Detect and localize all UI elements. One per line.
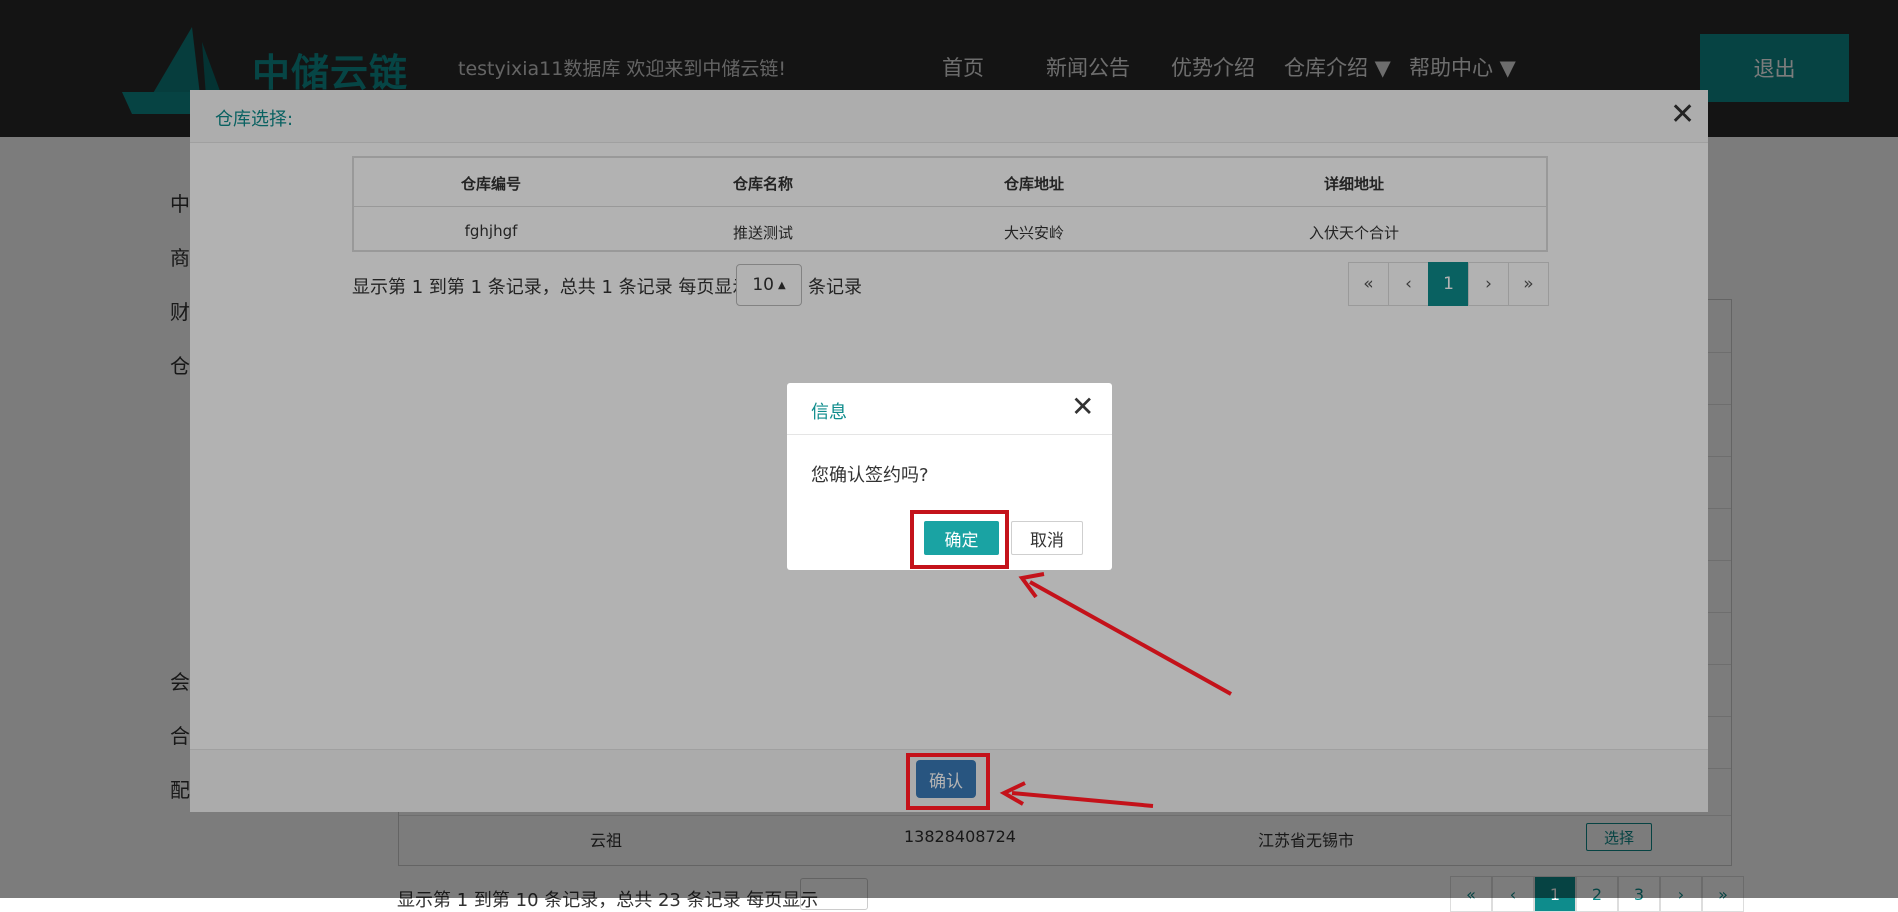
annotation-arrows [999,572,1232,808]
arrow-icon [999,781,1154,808]
arrow-icon [1018,572,1232,696]
